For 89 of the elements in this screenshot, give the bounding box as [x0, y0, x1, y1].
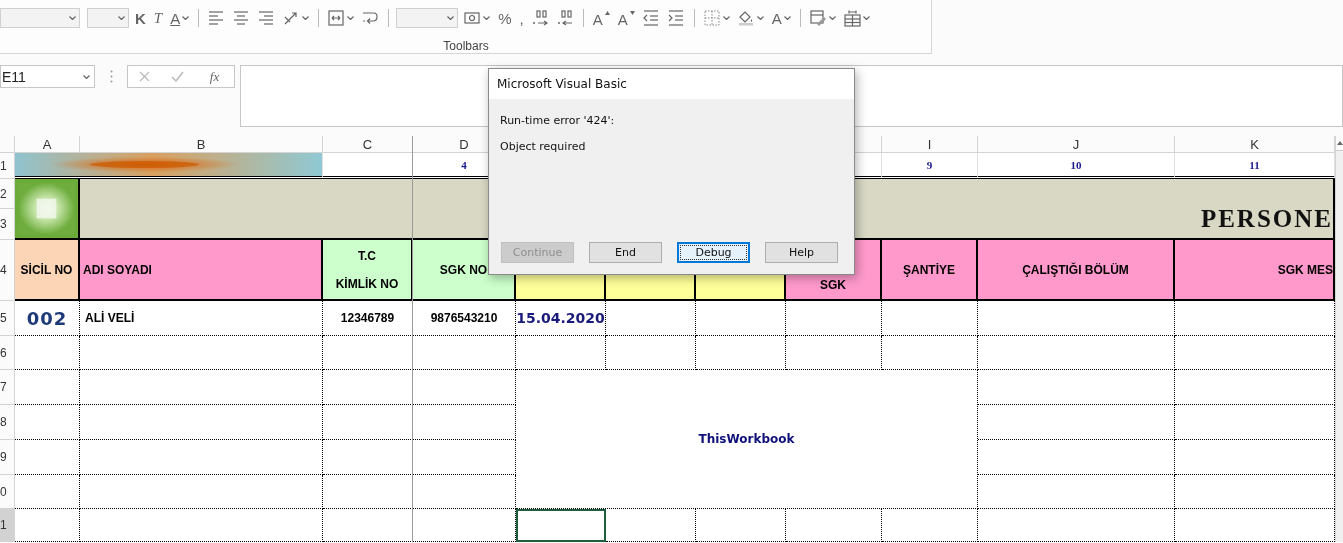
- table-insert-icon: [843, 9, 861, 27]
- caret-icon: [483, 16, 491, 20]
- combo-box[interactable]: [87, 8, 129, 28]
- grip-icon: [109, 70, 113, 83]
- dialog-title: Microsoft Visual Basic: [497, 77, 627, 91]
- caret-icon: [862, 16, 870, 20]
- column-header[interactable]: I: [882, 136, 978, 153]
- row-header[interactable]: 4: [0, 240, 15, 301]
- column-header[interactable]: C: [323, 136, 413, 153]
- paint-bucket-icon: [737, 9, 755, 27]
- caret-icon: [118, 16, 125, 20]
- close-icon[interactable]: [138, 71, 150, 82]
- row-header[interactable]: 7: [0, 370, 15, 405]
- decrease-decimal-icon: [556, 9, 574, 27]
- dialog-button[interactable]: Help: [765, 242, 838, 263]
- column-header-cell: ŞANTİYE: [882, 240, 978, 301]
- vertical-scrollbar[interactable]: [1335, 136, 1343, 542]
- caret-icon: [447, 16, 455, 20]
- caret-icon: [83, 74, 90, 79]
- name-box[interactable]: E11: [0, 65, 95, 88]
- check-icon[interactable]: [171, 71, 185, 82]
- row-header[interactable]: 2: [0, 179, 15, 209]
- table-cell: [15, 336, 80, 370]
- table-cell: [15, 475, 80, 509]
- table-cell: ALİ VELİ: [80, 301, 323, 336]
- merge-icon: [328, 9, 346, 27]
- insert-function-button[interactable]: fx: [205, 68, 224, 85]
- row-header[interactable]: 6: [0, 336, 15, 370]
- table-brush-icon: [809, 9, 827, 27]
- table-cell: [15, 440, 80, 475]
- column-header-cell: SGK MES: [1175, 240, 1335, 301]
- error-code: Run-time error '424':: [500, 114, 615, 127]
- dialog-button[interactable]: Debug: [677, 242, 750, 263]
- row-header[interactable]: 0: [0, 475, 15, 509]
- toolbar-button[interactable]: A: [168, 7, 192, 29]
- table-cell: ThisWorkbook: [516, 370, 978, 509]
- row-header[interactable]: 8: [0, 405, 15, 440]
- column-header-cell: T.C KİMLİK NO: [323, 240, 413, 301]
- toolbar-button[interactable]: ,: [517, 7, 526, 29]
- table-cell: [15, 370, 80, 405]
- select-all-corner[interactable]: [0, 136, 15, 153]
- caret-icon: [828, 16, 836, 20]
- table-cell: 002: [15, 301, 80, 336]
- increase-decimal-icon: [531, 9, 549, 27]
- caret-icon: [783, 16, 791, 20]
- toolbar-button[interactable]: A: [590, 7, 612, 29]
- column-header-cell: ÇALIŞTIĞI BÖLÜM: [978, 240, 1175, 301]
- column-header[interactable]: J: [978, 136, 1175, 153]
- caret-icon: [347, 16, 355, 20]
- group-label: Toolbars: [443, 39, 489, 53]
- row-header[interactable]: 3: [0, 209, 15, 240]
- row-header[interactable]: 1: [0, 153, 15, 179]
- toolbar-button[interactable]: [326, 7, 357, 29]
- column-header-cell: SİCİL NO: [15, 240, 80, 301]
- caret-icon: [756, 16, 764, 20]
- outdent-icon: [642, 9, 660, 27]
- down-triangle-icon: [629, 11, 635, 15]
- combo-box[interactable]: [0, 8, 80, 28]
- wrap-icon: [362, 9, 380, 27]
- table-cell: [15, 405, 80, 440]
- column-header[interactable]: K: [1175, 136, 1335, 153]
- toolbar-button[interactable]: A: [769, 7, 793, 29]
- row-header[interactable]: 1: [0, 509, 15, 542]
- row-header[interactable]: 9: [0, 440, 15, 475]
- toolbar-button[interactable]: [807, 7, 838, 29]
- align-right-icon: [258, 9, 276, 27]
- row-header[interactable]: 5: [0, 301, 15, 336]
- caret-icon: [302, 16, 310, 20]
- toolbar-button[interactable]: %: [496, 7, 514, 29]
- indent-icon: [667, 9, 685, 27]
- up-arrow-icon[interactable]: [1336, 141, 1343, 145]
- toolbar-button[interactable]: T: [151, 7, 165, 29]
- toolbar-button[interactable]: A: [615, 7, 637, 29]
- caret-icon: [722, 16, 730, 20]
- align-left-icon: [208, 9, 226, 27]
- borders-icon: [703, 9, 721, 27]
- table-cell: [15, 509, 80, 542]
- banknote-icon: [464, 9, 482, 27]
- column-header[interactable]: B: [80, 136, 323, 153]
- caret-icon: [69, 16, 76, 20]
- column-header-cell: ADI SOYADI: [80, 240, 323, 301]
- caret-icon: [182, 16, 190, 20]
- align-center-icon: [233, 9, 251, 27]
- toolbar-button[interactable]: K: [133, 7, 148, 29]
- table-cell: 15.04.2020: [516, 301, 606, 336]
- selected-cell[interactable]: [516, 509, 606, 542]
- up-triangle-icon: [604, 11, 610, 15]
- column-header[interactable]: A: [15, 136, 80, 153]
- dialog-button[interactable]: End: [589, 242, 662, 263]
